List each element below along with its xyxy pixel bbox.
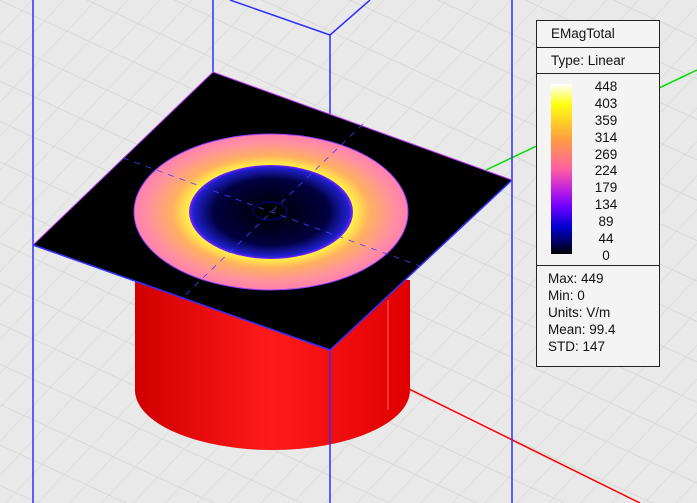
legend-colorbar-section: 448 403 359 314 269 224 179 134 89 44 0	[537, 74, 659, 266]
stat-std: STD: 147	[548, 339, 606, 354]
colorbar-tick: 403	[594, 95, 618, 111]
legend-title: EMagTotal	[537, 21, 659, 48]
colorbar-tick: 359	[594, 112, 618, 128]
stat-units: Units: V/m	[548, 305, 611, 320]
colorbar-tick: 134	[594, 197, 618, 213]
colorbar	[551, 84, 572, 254]
colorbar-tick: 314	[594, 129, 618, 145]
colorbar-tick: 448	[594, 79, 618, 94]
stat-min: Min: 0	[548, 288, 585, 303]
colorbar-tick: 0	[602, 247, 610, 263]
stat-mean: Mean: 99.4	[548, 322, 616, 337]
stat-max: Max: 449	[548, 271, 604, 286]
colorbar-tick: 89	[598, 214, 614, 230]
colorbar-tick: 224	[594, 163, 618, 179]
field-legend[interactable]: EMagTotal Type: Linear 448 403 359 314 2…	[536, 20, 660, 367]
legend-scale-type: Type: Linear	[537, 48, 659, 74]
colorbar-tick: 269	[594, 146, 618, 162]
center-hole	[252, 201, 288, 221]
colorbar-tick: 179	[594, 180, 618, 196]
colorbar-tick: 44	[598, 231, 614, 247]
legend-stats: Max: 449 Min: 0 Units: V/m Mean: 99.4 ST…	[537, 266, 659, 355]
